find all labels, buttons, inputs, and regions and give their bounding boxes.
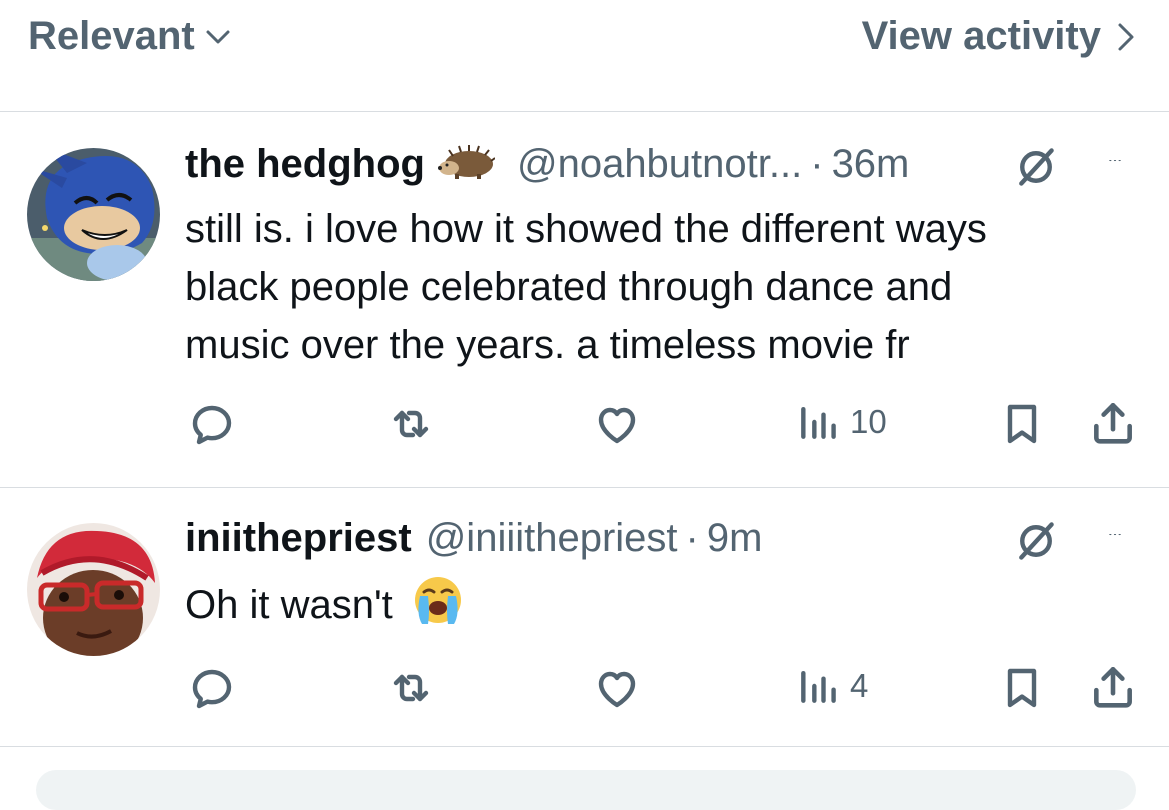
more-icon[interactable]: [1094, 160, 1136, 174]
user-handle[interactable]: @iniiithepriest: [426, 516, 678, 561]
bookmark-icon: [998, 400, 1046, 448]
sort-dropdown[interactable]: Relevant: [28, 14, 231, 59]
share-button[interactable]: [1088, 662, 1138, 712]
tweet-actions: 4: [0, 654, 1169, 714]
separator-dot: ·: [685, 516, 699, 560]
views-count: 4: [850, 667, 869, 704]
replies-header: Relevant View activity: [0, 0, 1169, 112]
mute-icon[interactable]: [1014, 519, 1058, 563]
hedgehog-icon: [437, 144, 496, 185]
tweet-text-line: Oh it wasn't: [185, 583, 393, 627]
retweet-button[interactable]: [385, 664, 437, 712]
display-name[interactable]: iniithepriest: [185, 516, 412, 561]
views-count: 10: [850, 403, 887, 440]
share-icon: [1088, 398, 1138, 448]
like-button[interactable]: [592, 664, 642, 712]
bookmark-icon: [998, 664, 1046, 712]
retweet-button[interactable]: [385, 400, 437, 448]
tweet-actions: 10: [0, 390, 1169, 450]
avatar-image: [27, 523, 160, 656]
retweet-icon: [385, 400, 437, 448]
loudly-crying-face-icon: [412, 574, 464, 642]
sort-label: Relevant: [28, 14, 195, 58]
share-icon: [1088, 662, 1138, 712]
avatar[interactable]: [27, 523, 160, 656]
bookmark-button[interactable]: [998, 664, 1046, 712]
views-icon: [796, 664, 840, 708]
reply-tweet[interactable]: iniithepriest @iniiithepriest · 9m Oh it…: [0, 488, 1169, 747]
mute-icon[interactable]: [1014, 145, 1058, 189]
reply-icon: [189, 664, 237, 712]
view-activity-link[interactable]: View activity: [862, 14, 1135, 59]
view-activity-label: View activity: [861, 14, 1101, 58]
tweet-text-line: still is. i love how it showed the diffe…: [185, 207, 987, 251]
share-button[interactable]: [1088, 398, 1138, 448]
like-icon: [592, 664, 642, 712]
avatar[interactable]: [27, 148, 160, 281]
tweet-text: Oh it wasn't: [185, 574, 464, 642]
reply-button[interactable]: [189, 400, 237, 448]
reply-button[interactable]: [189, 664, 237, 712]
tweet-text: still is. i love how it showed the diffe…: [185, 200, 987, 374]
retweet-icon: [385, 664, 437, 712]
views-icon: [796, 400, 840, 444]
display-name[interactable]: the hedghog: [185, 142, 425, 187]
timestamp[interactable]: 36m: [832, 142, 910, 187]
more-icon[interactable]: [1094, 534, 1136, 548]
separator-dot: ·: [810, 142, 824, 186]
bookmark-button[interactable]: [998, 400, 1046, 448]
views-button[interactable]: 4: [796, 664, 868, 708]
chevron-right-icon: [1118, 23, 1134, 50]
user-handle[interactable]: @noahbutnotr...: [517, 142, 802, 187]
tweet-text-line: black people celebrated through dance an…: [185, 265, 953, 309]
views-button[interactable]: 10: [796, 400, 887, 444]
reply-tweet[interactable]: the hedghog @noahbutnotr... · 36m still …: [0, 112, 1169, 488]
like-icon: [592, 400, 642, 448]
reply-icon: [189, 400, 237, 448]
reply-composer[interactable]: [36, 770, 1136, 810]
tweet-header: the hedghog @noahbutnotr... · 36m: [185, 142, 909, 187]
avatar-image: [27, 148, 160, 281]
tweet-header: iniithepriest @iniiithepriest · 9m: [185, 516, 762, 561]
tweet-text-line: music over the years. a timeless movie f…: [185, 323, 910, 367]
like-button[interactable]: [592, 400, 642, 448]
chevron-down-icon: [206, 30, 230, 43]
timestamp[interactable]: 9m: [707, 516, 763, 561]
